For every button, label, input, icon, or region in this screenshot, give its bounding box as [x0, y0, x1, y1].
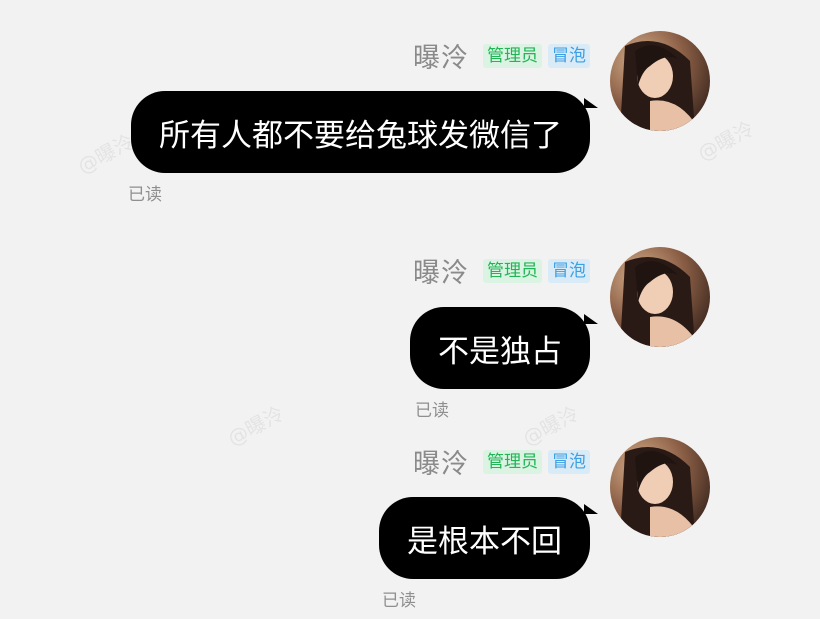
admin-badge: 管理员 — [483, 258, 542, 283]
avatar[interactable] — [610, 247, 710, 347]
avatar[interactable] — [610, 31, 710, 131]
watermark: @曝泠 — [223, 401, 288, 451]
sender-name[interactable]: 曝泠 — [413, 36, 469, 75]
read-status: 已读 — [128, 185, 162, 205]
bubble-badge: 冒泡 — [548, 258, 590, 283]
avatar[interactable] — [610, 437, 710, 537]
sender-name[interactable]: 曝泠 — [413, 442, 469, 481]
read-status: 已读 — [382, 591, 416, 611]
admin-badge: 管理员 — [483, 43, 542, 68]
message-bubble[interactable]: 不是独占 — [410, 307, 590, 389]
watermark: @曝泠 — [73, 129, 138, 179]
bubble-badge: 冒泡 — [548, 43, 590, 68]
message-bubble[interactable]: 是根本不回 — [379, 497, 590, 579]
message-text: 是根本不回 — [407, 523, 562, 560]
bubble-tail — [584, 98, 598, 108]
sender-name[interactable]: 曝泠 — [413, 251, 469, 290]
admin-badge: 管理员 — [483, 449, 542, 474]
message-text: 所有人都不要给兔球发微信了 — [159, 117, 562, 154]
bubble-tail — [584, 504, 598, 514]
watermark: @曝泠 — [693, 116, 758, 166]
message-bubble[interactable]: 所有人都不要给兔球发微信了 — [131, 91, 590, 173]
read-status: 已读 — [415, 401, 449, 421]
sender-row: 曝泠 管理员 冒泡 — [413, 442, 590, 481]
sender-row: 曝泠 管理员 冒泡 — [413, 251, 590, 290]
sender-row: 曝泠 管理员 冒泡 — [413, 36, 590, 75]
message-text: 不是独占 — [438, 333, 562, 370]
bubble-tail — [584, 314, 598, 324]
bubble-badge: 冒泡 — [548, 449, 590, 474]
